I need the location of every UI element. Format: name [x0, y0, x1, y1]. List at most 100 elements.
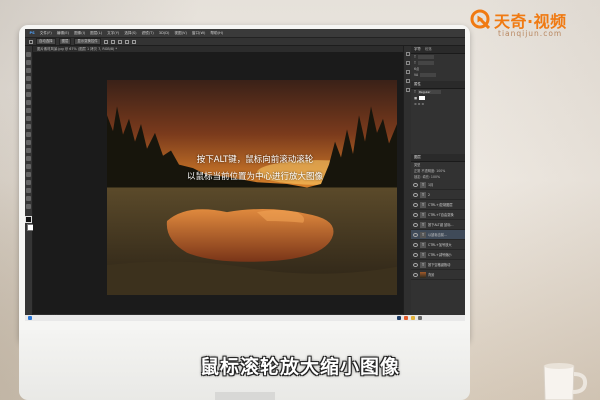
layer-row[interactable]: T 1月: [411, 180, 465, 190]
3d-mode-icon[interactable]: [131, 39, 136, 44]
visibility-eye-icon[interactable]: [413, 232, 418, 237]
layer-row[interactable]: T 按下ALT键 鼠标...: [411, 220, 465, 230]
menu-type[interactable]: 文字(Y): [106, 31, 121, 36]
blur-tool-icon[interactable]: [26, 148, 31, 153]
layer-row[interactable]: 背景: [411, 270, 465, 280]
opacity-field[interactable]: 不透明度: 100%: [421, 169, 445, 173]
explorer-task-icon[interactable]: [411, 316, 415, 320]
font-style-value[interactable]: Regular: [417, 90, 441, 94]
type-tool-icon[interactable]: [26, 172, 31, 177]
lasso-tool-icon[interactable]: [26, 68, 31, 73]
layer-name[interactable]: 2: [428, 193, 430, 197]
tab-paragraph-label[interactable]: 段落: [425, 47, 432, 51]
layer-name[interactable]: CTRL+T自由变换: [428, 212, 454, 217]
visibility-eye-icon[interactable]: [413, 182, 418, 187]
tracking-field[interactable]: [420, 73, 437, 77]
menu-image[interactable]: 图像(I): [73, 31, 87, 36]
layer-name[interactable]: 按下ALT键 鼠标...: [428, 222, 453, 227]
layer-name[interactable]: 以鼠标当前...: [428, 232, 447, 237]
eyedropper-tool-icon[interactable]: [26, 92, 31, 97]
text-color-field[interactable]: [419, 96, 426, 100]
layer-name[interactable]: 1月: [428, 182, 433, 187]
foreground-color-swatch[interactable]: [25, 216, 32, 223]
layer-name[interactable]: CTRL+减号缩小: [428, 252, 452, 257]
actions-panel-icon[interactable]: [405, 61, 410, 65]
settings-task-icon[interactable]: [418, 316, 422, 320]
tools-panel: [25, 46, 34, 321]
visibility-eye-icon[interactable]: [413, 252, 418, 257]
align-row[interactable]: ≡ ≡ ≡: [411, 101, 465, 107]
menu-select[interactable]: 选择(S): [123, 31, 138, 36]
align-center-icon[interactable]: [110, 39, 115, 44]
menu-help[interactable]: 帮助(H): [209, 31, 225, 36]
visibility-eye-icon[interactable]: [413, 272, 418, 277]
path-selection-tool-icon[interactable]: [26, 180, 31, 185]
auto-select-target-dropdown[interactable]: 图层: [58, 38, 72, 45]
tab-character[interactable]: 字符 段落: [411, 46, 465, 54]
pen-tool-icon[interactable]: [26, 164, 31, 169]
visibility-eye-icon[interactable]: [413, 242, 418, 247]
menu-view[interactable]: 视图(V): [173, 31, 188, 36]
font-family-field[interactable]: [417, 55, 434, 59]
history-panel-icon[interactable]: [405, 52, 410, 56]
history-brush-tool-icon[interactable]: [26, 124, 31, 129]
hand-tool-icon[interactable]: [26, 196, 31, 201]
quick-select-tool-icon[interactable]: [26, 76, 31, 81]
dodge-tool-icon[interactable]: [26, 156, 31, 161]
tab-properties[interactable]: 属性: [411, 81, 465, 89]
layer-name[interactable]: 背景: [428, 272, 434, 277]
menu-layer[interactable]: 图层(L): [89, 31, 104, 36]
visibility-eye-icon[interactable]: [413, 202, 418, 207]
character-panel-icon[interactable]: [405, 70, 410, 74]
panel-icon-strip: [403, 46, 411, 321]
crop-tool-icon[interactable]: [26, 84, 31, 89]
layer-row[interactable]: T CTRL+T自由变换: [411, 210, 465, 220]
gradient-tool-icon[interactable]: [26, 140, 31, 145]
visibility-eye-icon[interactable]: [413, 262, 418, 267]
marquee-tool-icon[interactable]: [26, 60, 31, 65]
photoshop-task-icon[interactable]: [397, 316, 401, 320]
layer-row[interactable]: T2: [411, 190, 465, 200]
layer-name[interactable]: 按下空格键拖动: [428, 262, 450, 267]
move-tool-icon[interactable]: [29, 39, 33, 44]
align-left-icon[interactable]: [103, 39, 108, 44]
layer-row[interactable]: T CTRL+J复制图层: [411, 200, 465, 210]
brush-tool-icon[interactable]: [26, 108, 31, 113]
windows-start-icon[interactable]: [28, 316, 32, 320]
healing-brush-tool-icon[interactable]: [26, 100, 31, 105]
menu-window[interactable]: 窗口(W): [190, 31, 207, 36]
menu-edit[interactable]: 编辑(E): [55, 31, 70, 36]
tab-layers[interactable]: 图层: [411, 154, 465, 162]
layer-name[interactable]: CTRL+加号放大: [428, 242, 452, 247]
align-right-icon[interactable]: [117, 39, 122, 44]
visibility-eye-icon[interactable]: [413, 212, 418, 217]
show-transform-controls-checkbox[interactable]: 显示变换控件: [74, 38, 101, 45]
layer-name[interactable]: CTRL+J复制图层: [428, 202, 453, 207]
paragraph-panel-icon[interactable]: [405, 79, 410, 83]
font-size-value[interactable]: 6点: [414, 67, 419, 71]
tracking-row[interactable]: VA: [411, 72, 465, 78]
auto-select-checkbox[interactable]: 自动选择: [36, 38, 56, 45]
fill-field[interactable]: 填充: 100%: [422, 175, 440, 179]
menu-ps-logo[interactable]: PS: [28, 31, 36, 35]
move-tool-icon[interactable]: [26, 52, 31, 57]
menu-3d[interactable]: 3D(D): [157, 31, 171, 35]
brush-settings-icon[interactable]: [405, 88, 410, 92]
visibility-eye-icon[interactable]: [413, 192, 418, 197]
layer-row-selected[interactable]: T 以鼠标当前...: [411, 230, 465, 240]
layer-row[interactable]: T CTRL+减号缩小: [411, 250, 465, 260]
menu-file[interactable]: 文件(F): [38, 31, 53, 36]
browser-task-icon[interactable]: [404, 316, 408, 320]
blend-mode-dropdown[interactable]: 正常: [414, 169, 420, 173]
clone-stamp-tool-icon[interactable]: [26, 116, 31, 121]
layer-row[interactable]: T CTRL+加号放大: [411, 240, 465, 250]
shape-tool-icon[interactable]: [26, 188, 31, 193]
zoom-tool-icon[interactable]: [26, 204, 31, 209]
layer-row[interactable]: T 按下空格键拖动: [411, 260, 465, 270]
font-style-field[interactable]: [417, 61, 434, 65]
visibility-eye-icon[interactable]: [413, 222, 418, 227]
distribute-icon[interactable]: [124, 39, 129, 44]
eraser-tool-icon[interactable]: [26, 132, 31, 137]
layer-kind-label[interactable]: 类型: [414, 163, 420, 167]
menu-filter[interactable]: 滤镜(T): [140, 31, 155, 36]
